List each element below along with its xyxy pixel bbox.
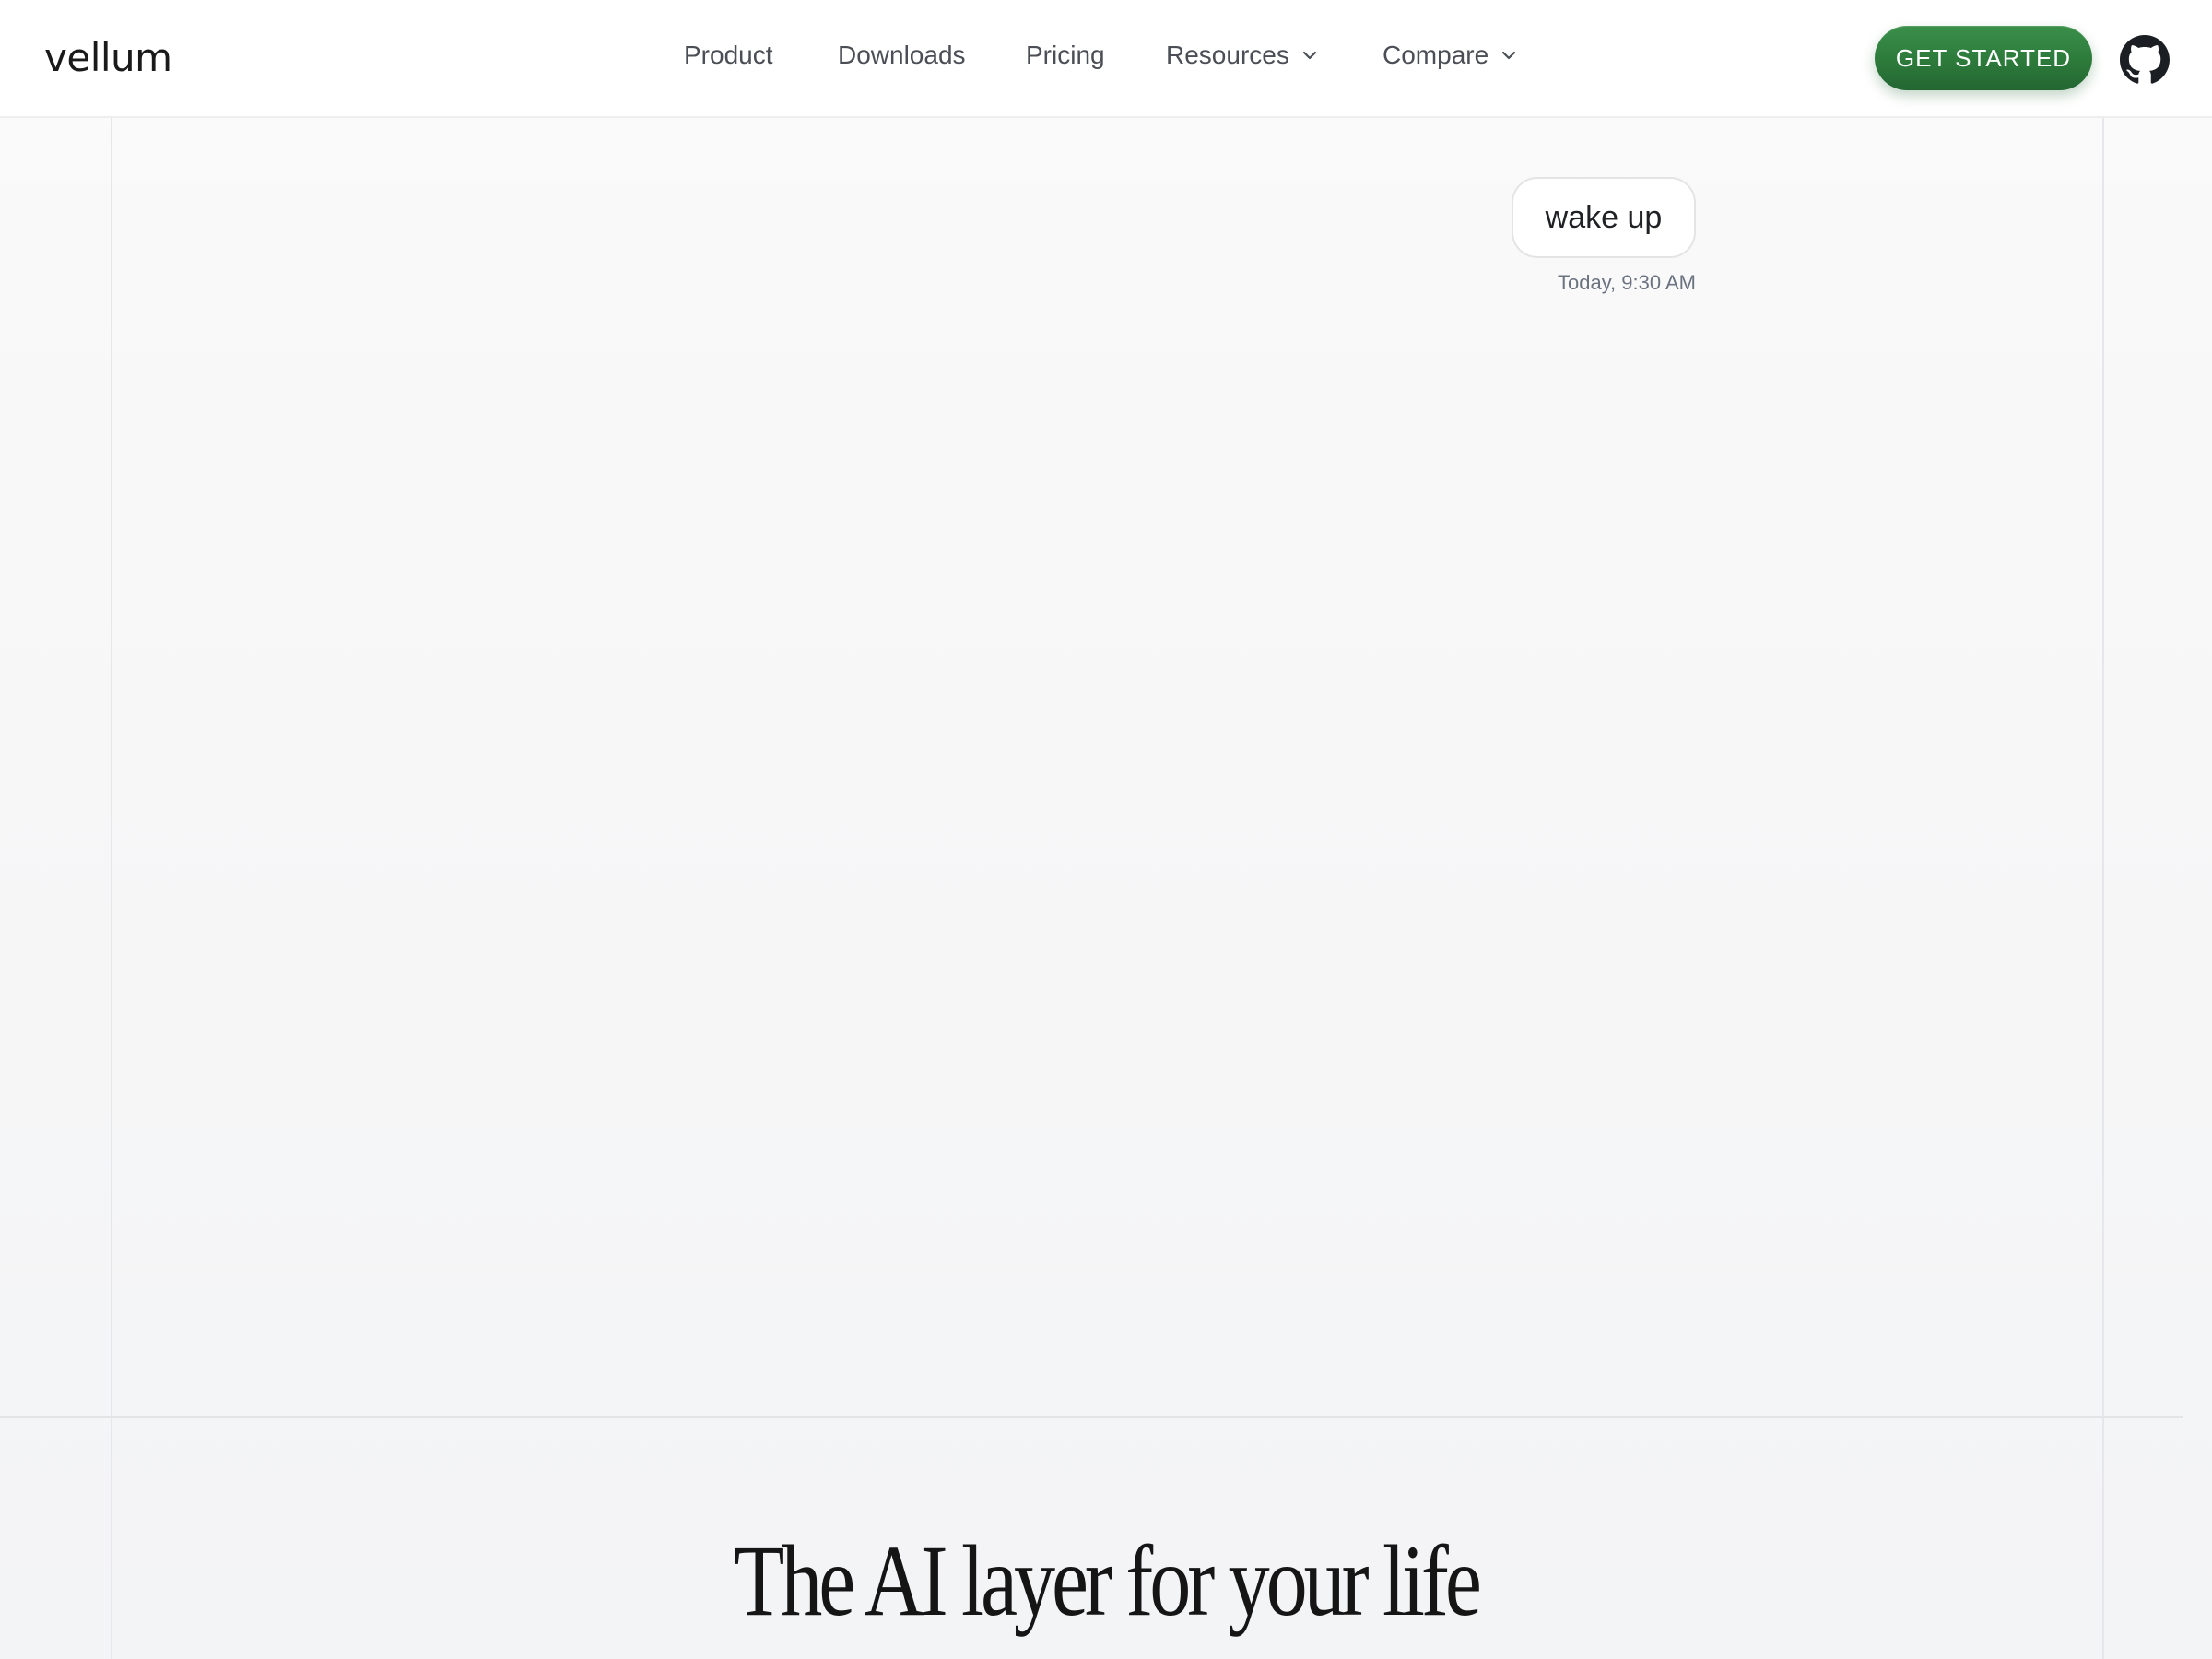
logo[interactable]: vellum [44, 35, 172, 80]
guide-line-left [111, 118, 112, 1659]
section-divider [0, 1416, 2183, 1418]
nav-item-label: Compare [1382, 41, 1489, 69]
github-icon[interactable] [2120, 35, 2170, 85]
site-header: vellum Product Downloads Pricing Resourc… [0, 0, 2212, 118]
chat-message-bubble: wake up [1512, 177, 1696, 258]
chevron-down-icon [1502, 51, 1516, 60]
nav-item-label: Pricing [1026, 41, 1105, 69]
message-timestamp: Today, 9:30 AM [1557, 271, 1696, 294]
nav-item-label: Product [684, 41, 773, 69]
nav-item-pricing[interactable]: Pricing [1026, 41, 1105, 70]
nav-item-compare[interactable]: Compare [1382, 41, 1520, 70]
chevron-down-icon [1302, 51, 1316, 60]
nav-item-resources[interactable]: Resources [1166, 41, 1321, 70]
nav-item-label: Downloads [838, 41, 966, 69]
guide-line-right [2102, 118, 2104, 1659]
nav-item-product[interactable]: Product [684, 41, 773, 70]
get-started-button[interactable]: GET STARTED [1875, 26, 2092, 90]
nav-item-downloads[interactable]: Downloads [838, 41, 966, 70]
nav-item-label: Resources [1166, 41, 1289, 69]
hero-title: The AI layer for your life [734, 1524, 1482, 1637]
